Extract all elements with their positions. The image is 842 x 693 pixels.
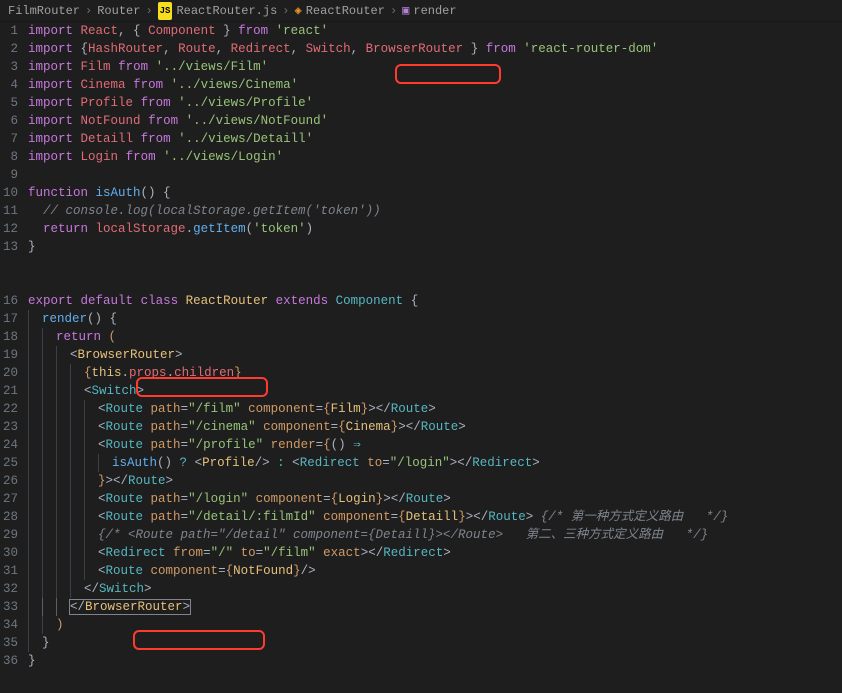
line-number: 33 bbox=[0, 598, 18, 616]
code-line[interactable]: return localStorage.getItem('token') bbox=[28, 220, 842, 238]
line-number: 21 bbox=[0, 382, 18, 400]
crumb-label: ReactRouter bbox=[306, 2, 385, 20]
code-line[interactable]: } bbox=[28, 652, 842, 670]
line-number: 4 bbox=[0, 76, 18, 94]
line-number: 35 bbox=[0, 634, 18, 652]
line-number: 18 bbox=[0, 328, 18, 346]
code-editor[interactable]: 1234567891011121316171819202122232425262… bbox=[0, 22, 842, 693]
breadcrumb-item[interactable]: Router bbox=[97, 2, 140, 20]
line-number: 25 bbox=[0, 454, 18, 472]
breadcrumb-item[interactable]: FilmRouter bbox=[8, 2, 80, 20]
line-number: 16 bbox=[0, 292, 18, 310]
line-number: 23 bbox=[0, 418, 18, 436]
code-line[interactable]: <Redirect from="/" to="/film" exact></Re… bbox=[28, 544, 842, 562]
code-line[interactable]: render() { bbox=[28, 310, 842, 328]
line-number: 20 bbox=[0, 364, 18, 382]
code-line[interactable]: {/* <Route path="/detail" component={Det… bbox=[28, 526, 842, 544]
code-line[interactable]: // console.log(localStorage.getItem('tok… bbox=[28, 202, 842, 220]
code-line[interactable]: import {HashRouter, Route, Redirect, Swi… bbox=[28, 40, 842, 58]
line-number: 29 bbox=[0, 526, 18, 544]
code-line[interactable]: import Film from '../views/Film' bbox=[28, 58, 842, 76]
line-number: 36 bbox=[0, 652, 18, 670]
code-line[interactable]: <Route path="/profile" render={() ⇒ bbox=[28, 436, 842, 454]
chevron-right-icon: › bbox=[282, 2, 289, 20]
code-line[interactable]: import Login from '../views/Login' bbox=[28, 148, 842, 166]
line-number: 9 bbox=[0, 166, 18, 184]
code-line[interactable]: </Switch> bbox=[28, 580, 842, 598]
code-line[interactable]: isAuth() ? <Profile/> : <Redirect to="/l… bbox=[28, 454, 842, 472]
line-number: 8 bbox=[0, 148, 18, 166]
code-line[interactable]: import React, { Component } from 'react' bbox=[28, 22, 842, 40]
breadcrumb: FilmRouter › Router › JS ReactRouter.js … bbox=[0, 0, 842, 22]
chevron-right-icon: › bbox=[145, 2, 152, 20]
code-line[interactable] bbox=[28, 166, 842, 184]
code-line[interactable]: export default class ReactRouter extends… bbox=[28, 292, 842, 310]
line-number: 31 bbox=[0, 562, 18, 580]
symbol-class-icon: ◈ bbox=[294, 2, 301, 20]
code-line[interactable]: } bbox=[28, 634, 842, 652]
line-number: 3 bbox=[0, 58, 18, 76]
code-area[interactable]: import React, { Component } from 'react'… bbox=[28, 22, 842, 693]
code-line[interactable]: </BrowserRouter> bbox=[28, 598, 842, 616]
code-line[interactable]: <Route component={NotFound}/> bbox=[28, 562, 842, 580]
line-number: 11 bbox=[0, 202, 18, 220]
line-number: 34 bbox=[0, 616, 18, 634]
line-number: 19 bbox=[0, 346, 18, 364]
code-line[interactable]: }></Route> bbox=[28, 472, 842, 490]
line-number: 32 bbox=[0, 580, 18, 598]
code-line[interactable]: <Route path="/login" component={Login}><… bbox=[28, 490, 842, 508]
code-line[interactable]: <BrowserRouter> bbox=[28, 346, 842, 364]
code-line[interactable]: {this.props.children} bbox=[28, 364, 842, 382]
line-number: 30 bbox=[0, 544, 18, 562]
line-number: 1 bbox=[0, 22, 18, 40]
chevron-right-icon: › bbox=[85, 2, 92, 20]
symbol-method-icon: ▣ bbox=[402, 2, 409, 20]
code-line[interactable]: <Route path="/detail/:filmId" component=… bbox=[28, 508, 842, 526]
code-line[interactable]: import Profile from '../views/Profile' bbox=[28, 94, 842, 112]
line-number: 10 bbox=[0, 184, 18, 202]
chevron-right-icon: › bbox=[390, 2, 397, 20]
code-line[interactable]: <Switch> bbox=[28, 382, 842, 400]
crumb-label: ReactRouter.js bbox=[176, 2, 277, 20]
line-number: 28 bbox=[0, 508, 18, 526]
code-line[interactable]: import Detaill from '../views/Detaill' bbox=[28, 130, 842, 148]
line-number-gutter: 1234567891011121316171819202122232425262… bbox=[0, 22, 28, 693]
crumb-label: render bbox=[413, 2, 456, 20]
line-number: 24 bbox=[0, 436, 18, 454]
code-line[interactable]: } bbox=[28, 238, 842, 256]
line-number: 2 bbox=[0, 40, 18, 58]
line-number: 7 bbox=[0, 130, 18, 148]
line-number: 26 bbox=[0, 472, 18, 490]
line-number: 12 bbox=[0, 220, 18, 238]
breadcrumb-item[interactable]: ◈ ReactRouter bbox=[294, 2, 384, 20]
line-number: 17 bbox=[0, 310, 18, 328]
code-line[interactable]: <Route path="/cinema" component={Cinema}… bbox=[28, 418, 842, 436]
code-line[interactable]: ) bbox=[28, 616, 842, 634]
line-number: 5 bbox=[0, 94, 18, 112]
code-line[interactable]: function isAuth() { bbox=[28, 184, 842, 202]
line-number: 6 bbox=[0, 112, 18, 130]
code-line[interactable]: return ( bbox=[28, 328, 842, 346]
line-number: 27 bbox=[0, 490, 18, 508]
code-line[interactable]: import NotFound from '../views/NotFound' bbox=[28, 112, 842, 130]
code-line[interactable]: import Cinema from '../views/Cinema' bbox=[28, 76, 842, 94]
breadcrumb-item[interactable]: JS ReactRouter.js bbox=[158, 2, 278, 20]
crumb-label: Router bbox=[97, 2, 140, 20]
line-number: 13 bbox=[0, 238, 18, 256]
js-file-icon: JS bbox=[158, 2, 173, 20]
breadcrumb-item[interactable]: ▣ render bbox=[402, 2, 456, 20]
code-line[interactable]: <Route path="/film" component={Film}></R… bbox=[28, 400, 842, 418]
crumb-label: FilmRouter bbox=[8, 2, 80, 20]
line-number: 22 bbox=[0, 400, 18, 418]
